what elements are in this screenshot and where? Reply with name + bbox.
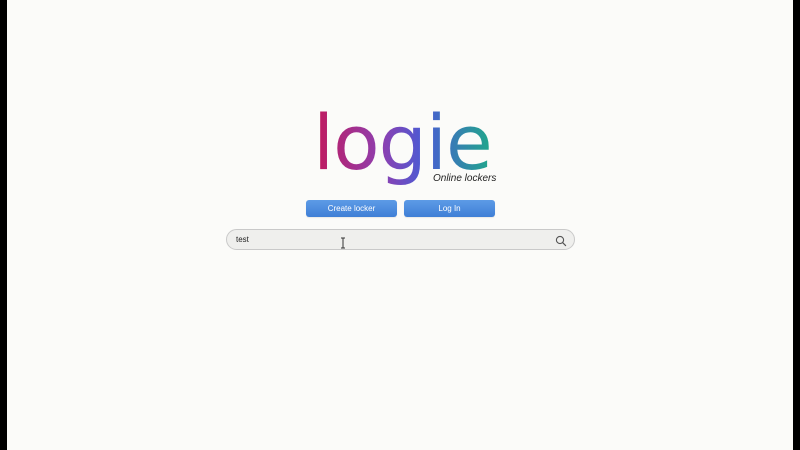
- create-locker-button[interactable]: Create locker: [306, 200, 397, 217]
- i-beam-cursor-icon: [339, 236, 347, 249]
- logo: logie Online lockers: [313, 98, 503, 190]
- logo-tagline: Online lockers: [433, 173, 497, 184]
- search-bar[interactable]: [226, 229, 575, 250]
- search-icon[interactable]: [555, 234, 567, 247]
- search-input[interactable]: [236, 233, 536, 246]
- log-in-button[interactable]: Log In: [404, 200, 495, 217]
- page: logie Online lockers Create locker Log I…: [7, 0, 793, 450]
